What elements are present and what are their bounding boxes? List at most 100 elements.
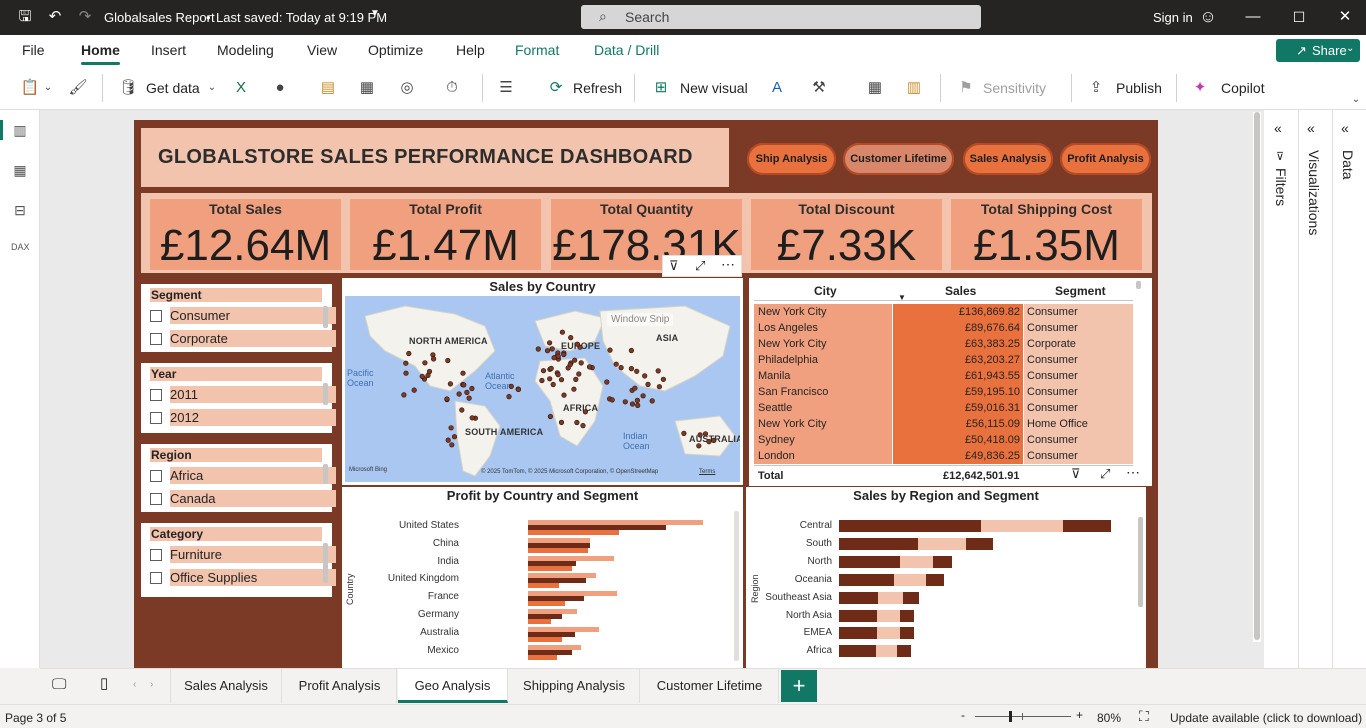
bar[interactable] [528,583,560,589]
sales-point[interactable] [451,434,458,440]
sales-point[interactable] [574,341,580,347]
bar[interactable] [528,636,562,642]
bar-segment[interactable] [878,591,903,604]
sales-point[interactable] [547,413,553,420]
slicer-option[interactable]: Africa [150,467,336,484]
minimize-icon[interactable]: — [1244,8,1262,26]
table-scrollbar[interactable] [1136,281,1141,289]
dax-query-icon[interactable]: DAX [11,242,30,260]
transform-icon[interactable]: ⏱ [442,78,462,98]
sales-point[interactable] [403,360,409,366]
sales-point[interactable] [576,371,582,377]
table-row[interactable]: Manila £61,943.55 Consumer [754,368,1133,384]
database-icon[interactable]: 🛢 [118,78,138,98]
chart-scrollbar[interactable] [1138,517,1143,607]
bar[interactable] [528,530,620,535]
sales-point[interactable] [555,371,561,378]
menu-modeling[interactable]: Modeling [217,42,274,58]
sales-point[interactable] [539,377,545,384]
focus-mode-icon[interactable]: ⤢ [695,258,705,274]
sales-point[interactable] [634,368,640,374]
sales-point[interactable] [697,432,703,438]
sales-point[interactable] [547,340,553,346]
sales-point[interactable] [571,386,577,392]
data-pane-label[interactable]: Data [1340,150,1356,180]
refresh-button[interactable]: Refresh [573,80,622,96]
onelake-icon[interactable]: ● [270,78,290,98]
chart-scrollbar[interactable] [734,511,739,661]
slicer-option[interactable]: Consumer [150,307,336,324]
sales-point[interactable] [550,381,556,388]
bar-segment[interactable] [981,520,1063,532]
filter-icon[interactable]: ⊽ [1071,466,1081,482]
sales-point[interactable] [573,376,579,382]
menu-help[interactable]: Help [456,42,485,58]
copilot-button[interactable]: Copilot [1221,80,1265,96]
checkbox[interactable] [150,470,162,482]
bar-segment[interactable] [900,609,914,622]
sales-point[interactable] [419,373,425,379]
table-row[interactable]: New York City £63,383.25 Corporate [754,336,1133,352]
table-row[interactable]: Los Angeles £89,676.64 Consumer [754,320,1133,336]
filter-icon[interactable]: ⊽ [669,258,679,274]
refresh-icon[interactable]: ⟳ [546,78,566,98]
bar-segment[interactable] [839,627,877,640]
sales-point[interactable] [628,347,635,354]
kpi-card-total-discount[interactable]: Total Discount £7.33K [751,199,942,270]
table-row[interactable]: Seattle £59,016.31 Consumer [754,400,1133,416]
sales-point[interactable] [567,362,573,368]
sales-point[interactable] [558,419,565,425]
table-view-icon[interactable]: ▦ [11,162,29,180]
more-visuals-icon[interactable]: ⚒ [809,78,829,98]
sales-point[interactable] [555,353,561,359]
sales-point[interactable] [604,379,610,385]
transform-data-icon[interactable]: ☰ [496,78,516,98]
menu-file[interactable]: File [22,42,45,58]
sign-in-link[interactable]: Sign in [1153,10,1193,25]
title-dropdown-icon[interactable]: ▼ [370,8,380,19]
sales-point[interactable] [649,398,655,404]
tab-profit-analysis[interactable]: Profit Analysis [283,669,397,703]
enter-data-icon[interactable]: ▦ [357,78,377,98]
sales-point[interactable] [561,392,567,398]
update-available-link[interactable]: Update available (click to download) [1170,711,1362,725]
slicer-option[interactable]: Furniture [150,546,336,563]
slicer-option[interactable]: Office Supplies [150,569,336,586]
quick-measure-icon[interactable]: ▥ [904,78,924,98]
excel-icon[interactable]: X [231,78,251,98]
sales-point[interactable] [411,387,417,393]
sales-point[interactable] [401,392,407,398]
zoom-slider-thumb[interactable] [1009,711,1012,722]
mobile-view-icon[interactable]: ▯ [100,674,108,692]
bar-segment[interactable] [839,573,894,586]
sales-point[interactable] [635,402,641,408]
maximize-icon[interactable]: ☐ [1290,8,1308,26]
slicer-scrollbar[interactable] [323,306,328,328]
new-measure-icon[interactable]: ▦ [865,78,885,98]
tab-geo-analysis[interactable]: Geo Analysis [398,669,508,703]
sales-point[interactable] [706,439,712,445]
bar-segment[interactable] [839,520,981,532]
sales-point[interactable] [618,364,624,371]
new-visual-button[interactable]: New visual [680,80,748,96]
slicer-option[interactable]: Corporate [150,330,336,347]
paste-icon[interactable]: 📋 [20,78,40,98]
bar[interactable] [528,654,557,660]
bar-segment[interactable] [876,645,897,658]
sales-point[interactable] [582,409,588,415]
sales-point[interactable] [580,423,586,429]
slicer-scrollbar[interactable] [323,383,328,405]
dataverse-icon[interactable]: ▤ [318,78,338,98]
nav-ship-analysis-button[interactable]: Ship Analysis [747,143,836,175]
table-row[interactable]: London £49,836.25 Consumer [754,448,1133,464]
city-sales-table[interactable]: City Sales Segment ▼ New York City £136,8… [749,278,1152,486]
sales-point[interactable] [613,361,619,367]
bar[interactable] [528,547,588,553]
publish-icon[interactable]: ⇪ [1086,78,1106,98]
bar-segment[interactable] [839,591,878,604]
checkbox[interactable] [150,310,162,322]
world-map[interactable]: NORTH AMERICA EUROPE ASIA AFRICA SOUTH A… [345,296,740,482]
sales-point[interactable] [660,376,667,382]
slicer-option[interactable]: Canada [150,490,336,507]
menu-home[interactable]: Home [81,42,120,58]
